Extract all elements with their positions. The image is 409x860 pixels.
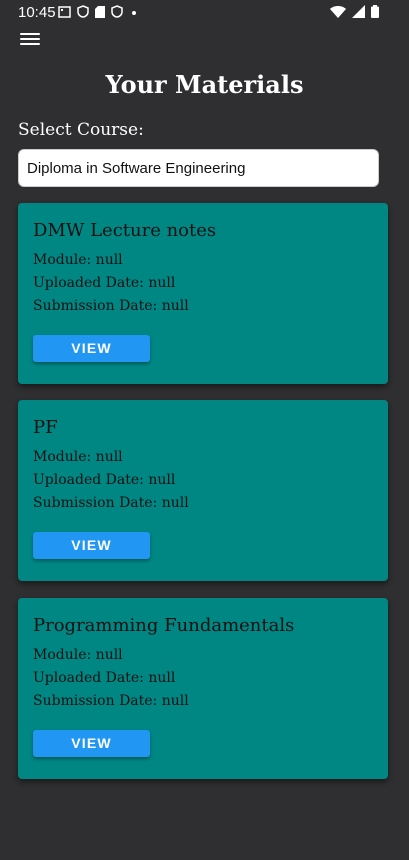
course-select[interactable]: Diploma in Software Engineering [18, 149, 379, 187]
view-button[interactable]: VIEW [33, 730, 150, 757]
material-card: PF Module: null Uploaded Date: null Subm… [18, 400, 388, 581]
view-button[interactable]: VIEW [33, 335, 150, 362]
sd-card-icon [95, 5, 105, 18]
material-submission-date: Submission Date: null [33, 693, 189, 709]
status-left-icons [58, 5, 139, 18]
material-module: Module: null [33, 252, 123, 268]
material-uploaded-date: Uploaded Date: null [33, 670, 176, 686]
battery-icon [371, 5, 379, 18]
shield-icon [111, 5, 123, 18]
menu-icon[interactable] [20, 30, 40, 46]
material-title: PF [33, 417, 58, 438]
material-uploaded-date: Uploaded Date: null [33, 275, 176, 291]
material-submission-date: Submission Date: null [33, 495, 189, 511]
material-card: DMW Lecture notes Module: null Uploaded … [18, 203, 388, 384]
page-title: Your Materials [105, 70, 304, 99]
shield-icon [77, 5, 89, 18]
signal-icon [352, 5, 365, 18]
material-card: Programming Fundamentals Module: null Up… [18, 598, 388, 779]
material-title: DMW Lecture notes [33, 220, 217, 241]
status-bar: 10:45 [0, 0, 409, 26]
status-right-icons [330, 5, 379, 18]
material-title: Programming Fundamentals [33, 615, 295, 636]
material-module: Module: null [33, 647, 123, 663]
wifi-icon [330, 6, 346, 18]
dot-icon [132, 10, 136, 15]
select-course-label: Select Course: [18, 120, 144, 140]
material-module: Module: null [33, 449, 123, 465]
view-button[interactable]: VIEW [33, 532, 150, 559]
material-submission-date: Submission Date: null [33, 298, 189, 314]
notification-icon [58, 5, 71, 18]
status-time: 10:45 [18, 4, 56, 21]
material-uploaded-date: Uploaded Date: null [33, 472, 176, 488]
